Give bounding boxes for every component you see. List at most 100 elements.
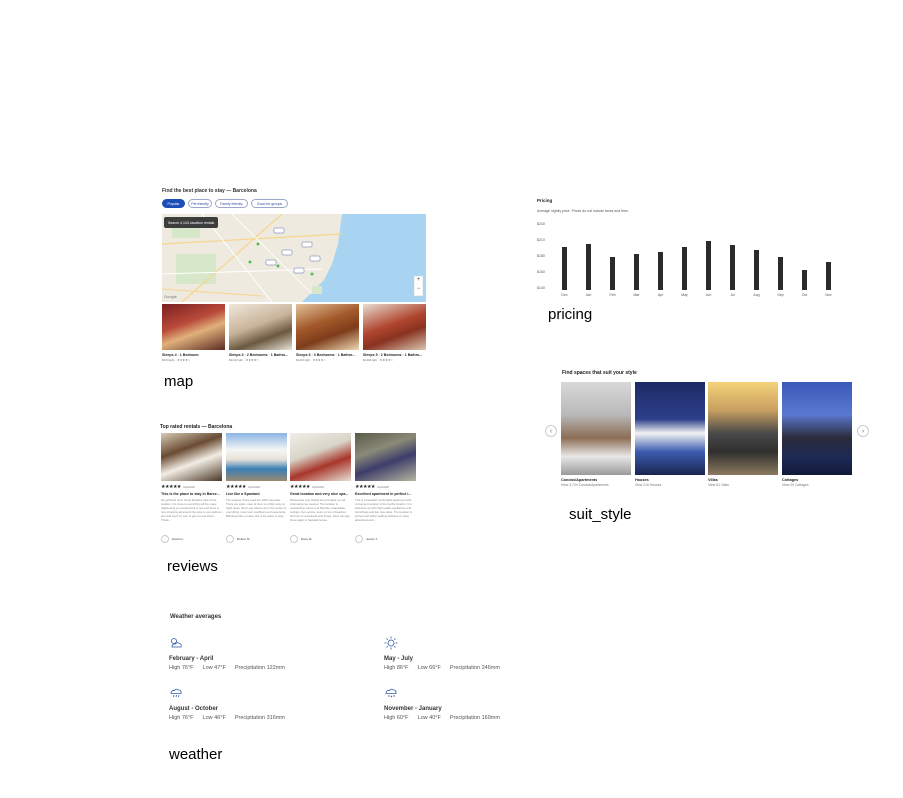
carousel-prev-button[interactable]: ‹ [545,425,557,437]
pricing-subtitle: Average nightly price. Prices do not inc… [537,209,629,213]
stars-rating: ★★★★★ [226,484,246,490]
review-title: Great location and very nice spa... [290,492,349,496]
review-card[interactable]: ★★★★★ September 2019 This is the place to… [161,433,222,543]
rental-photo [363,304,426,350]
style-card-condos[interactable]: Condos/Apartments View 3,724 Condos/Apar… [561,382,631,487]
rental-meta: $124/night · ★★★★☆ [229,358,260,362]
review-date: September 2019 [376,486,389,489]
x-tick-label: Jun [705,293,712,297]
review-body: My girlfriend and I found fantastic view… [161,498,222,522]
weather-low: Low 66°F [417,665,441,671]
zoom-in-button[interactable]: + [415,277,422,283]
style-card-title: Houses [635,478,649,482]
rental-card[interactable]: Sleeps 4 · 1 Bedroom $33/night · ★★★★☆ [162,304,225,362]
price-bar-nov [826,262,831,290]
review-card[interactable]: ★★★★★ September 2019 Great location and v… [290,433,351,543]
weather-details: High 60°F Low 40°F Precipitation 169mm [384,715,509,721]
style-card-villas[interactable]: Villas View 61 Villas [708,382,778,487]
rental-meta: $123/night · ★★★★☆ [296,358,327,362]
review-stars: ★★★★★ September 2019 [355,484,416,490]
author-name: David G. [172,537,184,541]
stars-rating: ★★★★★ [290,484,310,490]
map-section-title: Find the best place to stay — Barcelona [162,188,257,194]
cloud-sun-icon [171,638,182,648]
style-section-title: Find spaces that suit your style [562,370,637,376]
sun-icon [384,636,398,650]
review-author: Jessie T. [355,535,416,543]
rain-cloud-icon [170,688,182,698]
search-rentals-button[interactable]: Search 4,143 vacation rentals [164,217,219,228]
price-bar-jun [706,240,711,290]
x-tick-label: Sep [777,293,784,297]
rental-photo [162,304,225,350]
weather-low: Low 40°F [417,715,441,721]
filter-good-for-groups[interactable]: Good for groups [251,199,288,208]
author-name: Robert M. [237,537,251,541]
rental-meta: $33/night · ★★★★☆ [162,358,191,362]
x-tick-label: Feb [609,293,616,297]
snow-cloud-icon [385,688,397,698]
style-card-title: Cottages [782,478,799,482]
rental-map[interactable]: Search 4,143 vacation rentals + − Google [162,214,426,302]
x-tick-label: Oct [801,293,808,297]
style-photo [561,382,631,475]
filter-popular[interactable]: Popular [162,199,185,208]
style-card-title: Condos/Apartments [561,478,598,482]
weather-precipitation: Precipitation 316mm [234,715,285,721]
stars-rating: ★★★★★ [355,484,375,490]
rental-card[interactable]: Sleeps 5 · 2 Bedrooms · 1 Bathro... $130… [363,304,426,362]
x-tick-label: Jul [730,293,735,297]
x-tick-label: Mar [633,293,640,297]
x-tick-label: Apr [657,293,664,297]
rental-title: Sleeps 5 · 2 Bedrooms · 1 Bathro... [363,353,423,357]
caption-suit-style: suit_style [569,506,632,523]
filter-family-friendly[interactable]: Family friendly [215,199,248,208]
zoom-out-button[interactable]: − [415,286,422,292]
weather-low: Low 47°F [202,665,226,671]
review-photo [161,433,222,481]
rental-card[interactable]: Sleeps 6 · 2 Bedrooms · 1 Bathro... $124… [229,304,292,362]
review-author: David G. [161,535,222,543]
review-title: This is the place to stay in Barce... [161,492,220,496]
review-card[interactable]: ★★★★★ September 2019 Excellent apartment … [355,433,416,543]
review-author: Dave M. [290,535,351,543]
weather-precipitation: Precipitation 246mm [449,665,500,671]
reviews-section-title: Top rated rentals — Barcelona [160,424,233,430]
price-bar-aug [754,250,759,290]
weather-precipitation: Precipitation 122mm [234,665,285,671]
weather-high: High 60°F [384,715,409,721]
rental-meta: $130/night · ★★★★☆ [363,358,394,362]
pricing-title: Pricing [537,198,553,203]
style-card-houses[interactable]: Houses View 210 Houses [635,382,705,487]
rental-card[interactable]: Sleeps 6 · 3 Bedrooms · 1 Bathro... $123… [296,304,359,362]
carousel-next-button[interactable]: › [857,425,869,437]
weather-high: High 76°F [169,715,194,721]
review-card[interactable]: ★★★★★ September 2019 Live like a Spaniard… [226,433,287,543]
weather-low: Low 46°F [202,715,226,721]
weather-period: February - April [169,656,214,662]
review-body: Marcel was very helpful and provided you… [290,498,350,522]
style-card-subtitle: View 3,724 Condos/Apartments [561,483,609,487]
review-stars: ★★★★★ September 2019 [226,484,287,490]
author-name: Jessie T. [366,537,378,541]
rental-title: Sleeps 6 · 3 Bedrooms · 1 Bathro... [296,353,356,357]
weather-precipitation: Precipitation 169mm [449,715,500,721]
review-stars: ★★★★★ September 2019 [290,484,351,490]
avatar [290,535,298,543]
review-stars: ★★★★★ September 2019 [161,484,222,490]
style-card-subtitle: View 61 Villas [708,483,729,487]
weather-period: May - July [384,656,414,662]
price-bar-jan [586,243,591,290]
filter-pet-friendly[interactable]: Pet friendly [188,199,212,208]
price-bar-apr [658,252,663,290]
review-author: Robert M. [226,535,287,543]
rental-photo [229,304,292,350]
review-body: This is a beautiful comfortable apartmen… [355,498,412,522]
review-title: Excellent apartment in perfect l... [355,492,412,496]
style-card-subtitle: View 20 Cottages [782,483,809,487]
style-card-cottages[interactable]: Cottages View 20 Cottages [782,382,852,487]
style-card-title: Villas [708,478,718,482]
review-date: September 2019 [182,486,195,489]
weather-period: November - January [384,706,442,712]
y-tick-label: $160 [537,270,545,274]
